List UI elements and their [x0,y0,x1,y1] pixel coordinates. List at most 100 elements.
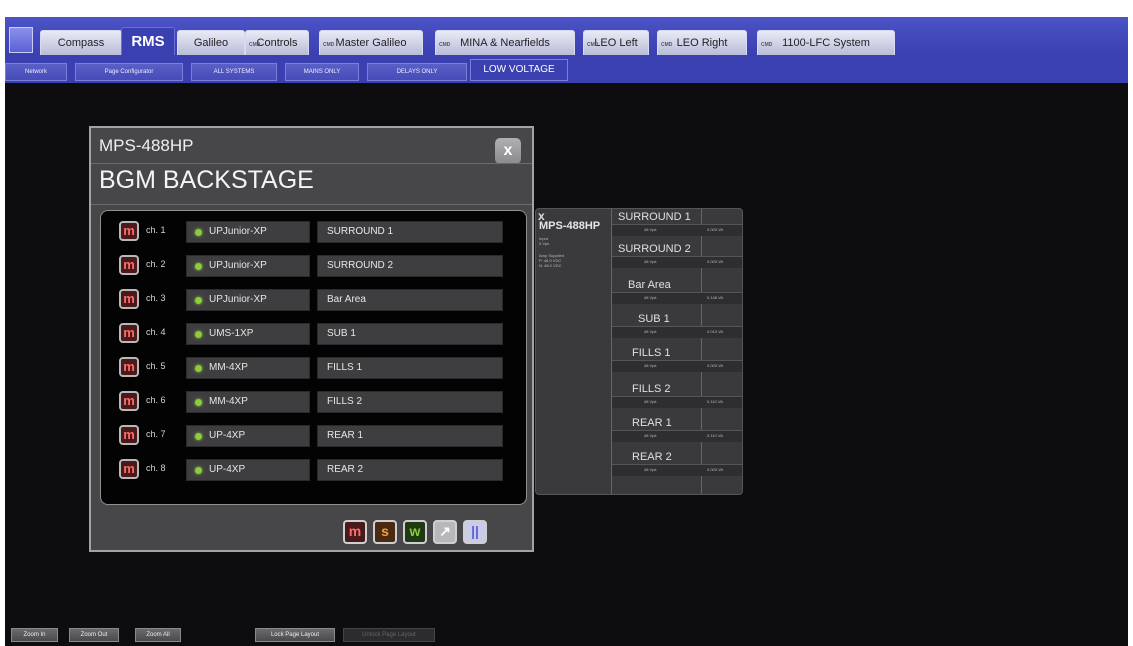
channel-label: ch. 5 [146,361,166,371]
pause-icon[interactable]: || [463,520,487,544]
subtab-page-configurator[interactable]: Page Configurator [75,63,183,81]
tab-badge: CMD [249,42,261,48]
divider [701,209,702,494]
channel-row: m ch. 1 UPJunior-XP SURROUND 1 [101,221,526,245]
mini-zone-voltage: 48 Vpk [644,363,657,368]
mini-zone-readout: 48 Vpk 0.000 VA [612,224,742,236]
amp-model: UP-4XP [209,464,246,475]
subtab-label: LOW VOLTAGE [483,64,555,75]
edit-arrow-icon[interactable]: ↗ [433,520,457,544]
zone-name-field[interactable]: SUB 1 [317,323,503,345]
channel-row: m ch. 3 UPJunior-XP Bar Area [101,289,526,313]
amp-model: MM-4XP [209,396,248,407]
tab-leo-right[interactable]: CMD LEO Right [657,30,747,55]
divider [91,204,532,205]
amp-model-field: UP-4XP [186,459,310,481]
mini-zone-voltage: 48 Vpk [644,399,657,404]
status-led-icon [195,229,202,236]
tab-rms[interactable]: RMS [121,27,175,55]
channel-row: m ch. 5 MM-4XP FILLS 1 [101,357,526,381]
zone-name-field[interactable]: FILLS 1 [317,357,503,379]
dialog-title: BGM BACKSTAGE [99,166,314,194]
zoom-all-button[interactable]: Zoom All [135,628,181,642]
mini-zone-name: Bar Area [628,279,671,291]
mute-button[interactable]: m [119,255,139,275]
tab-compass[interactable]: Compass [40,30,122,55]
zoom-out-button[interactable]: Zoom Out [69,628,119,642]
tab-galileo[interactable]: Galileo [177,30,245,55]
subtab-label: MAINS ONLY [303,69,341,75]
channel-list: m ch. 1 UPJunior-XP SURROUND 1 m ch. 2 U… [100,210,527,505]
mini-zone-name: SURROUND 1 [618,211,691,223]
amp-model-field: UPJunior-XP [186,221,310,243]
zoom-in-button[interactable]: Zoom In [11,628,58,642]
tab-badge: CMD [661,42,673,48]
mute-button[interactable]: m [119,289,139,309]
channel-label: ch. 6 [146,395,166,405]
channel-row: m ch. 7 UP-4XP REAR 1 [101,425,526,449]
solo-button[interactable]: s [373,520,397,544]
tab-bar: Compass RMS Galileo CMD Controls CMD Mas… [5,17,1128,55]
tab-mina-nearfields[interactable]: CMD MINA & Nearfields [435,30,575,55]
tab-label: LEO Left [594,37,638,49]
tab-label: Master Galileo [335,37,407,49]
unlock-page-layout-button: Unlock Page Layout [343,628,435,642]
mute-button[interactable]: m [119,221,139,241]
tab-label: Galileo [193,37,229,49]
tab-controls[interactable]: CMD Controls [245,30,309,55]
zone-name-field[interactable]: SURROUND 2 [317,255,503,277]
divider [611,209,612,494]
dialog-model: MPS-488HP [99,136,194,155]
mini-zone-name: FILLS 2 [632,383,671,395]
tab-1100-lfc-system[interactable]: CMD 1100-LFC System [757,30,895,55]
amp-model: MM-4XP [209,362,248,373]
zone-name-field[interactable]: REAR 1 [317,425,503,447]
mini-zone-readout: 48 Vpk 0.000 VA [612,360,742,372]
amplifier-dialog: MPS-488HP x BGM BACKSTAGE m ch. 1 UPJuni… [89,126,534,552]
zone-name-field[interactable]: SURROUND 1 [317,221,503,243]
mini-zone-voltage: 48 Vpk [644,433,657,438]
amp-model-field: UP-4XP [186,425,310,447]
mini-zone-name: REAR 1 [632,417,672,429]
mini-model: MPS-488HP [539,220,601,232]
subtab-mains-only[interactable]: MAINS ONLY [285,63,359,81]
mini-zone-power: 0.110 VA [707,433,723,438]
tab-leo-left[interactable]: CMD LEO Left [583,30,649,55]
subtab-all-systems[interactable]: ALL SYSTEMS [191,63,277,81]
tab-label: MINA & Nearfields [460,37,550,49]
wake-button[interactable]: w [403,520,427,544]
channel-label: ch. 4 [146,327,166,337]
mute-button[interactable]: m [119,323,139,343]
mini-zone-readout: 48 Vpk 0.010 VA [612,326,742,338]
amp-model-field: UPJunior-XP [186,289,310,311]
tab-badge: CMD [323,42,335,48]
zone-name-field[interactable]: REAR 2 [317,459,503,481]
tab-label: RMS [131,33,165,50]
close-icon: x [503,142,513,159]
channel-row: m ch. 8 UP-4XP REAR 2 [101,459,526,483]
mute-button[interactable]: m [119,357,139,377]
mute-all-button[interactable]: m [343,520,367,544]
subtab-label: Page Configurator [104,69,154,75]
mini-zone-name: SURROUND 2 [618,243,691,255]
mini-zone-readout: 48 Vpk 0.000 VA [612,256,742,268]
tab-badge: CMD [439,42,451,48]
tab-badge: CMD [761,42,773,48]
status-led-icon [195,263,202,270]
page-tab-bar: Network Page Configurator ALL SYSTEMS MA… [5,55,1128,83]
mini-zone-voltage: 48 Vpk [644,329,657,334]
amplifier-mini-panel[interactable]: x MPS-488HP Input 0 Vpk Amp Supplied P: … [535,208,743,495]
lock-page-layout-button[interactable]: Lock Page Layout [255,628,335,642]
channel-row: m ch. 2 UPJunior-XP SURROUND 2 [101,255,526,279]
mute-button[interactable]: m [119,459,139,479]
subtab-delays-only[interactable]: DELAYS ONLY [367,63,467,81]
zone-name-field[interactable]: Bar Area [317,289,503,311]
close-button[interactable]: x [495,138,521,164]
zone-name-field[interactable]: FILLS 2 [317,391,503,413]
amp-model-field: UMS-1XP [186,323,310,345]
mute-button[interactable]: m [119,425,139,445]
mute-button[interactable]: m [119,391,139,411]
subtab-low-voltage[interactable]: LOW VOLTAGE [470,59,568,81]
subtab-network[interactable]: Network [5,63,67,81]
tab-master-galileo[interactable]: CMD Master Galileo [319,30,423,55]
